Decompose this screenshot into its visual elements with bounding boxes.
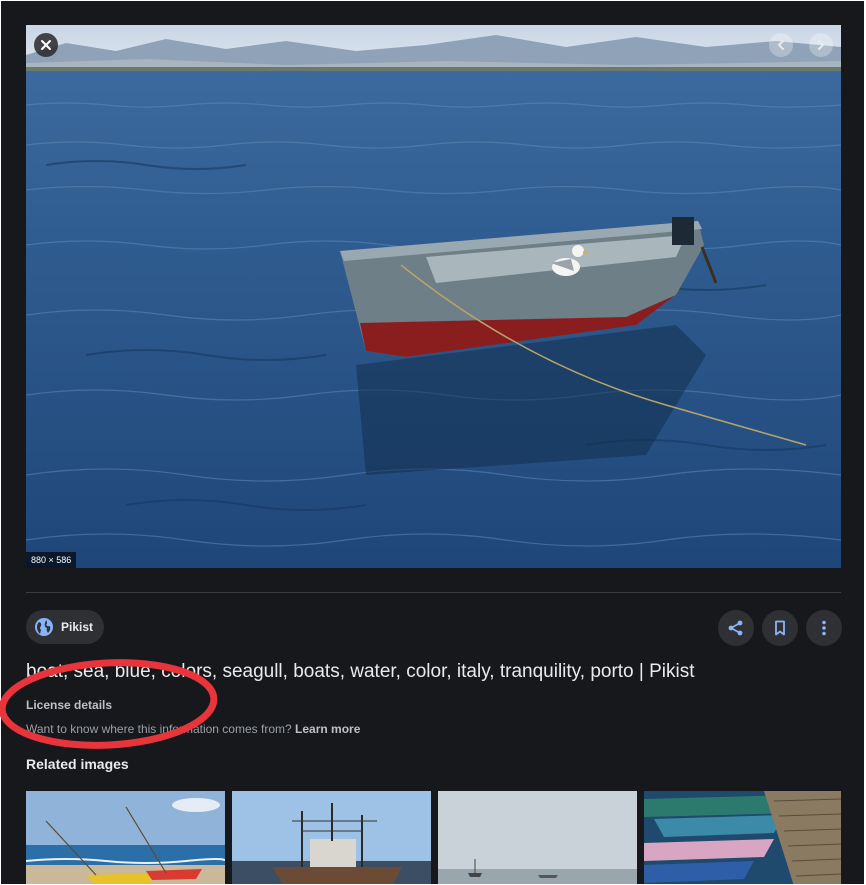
next-image-button[interactable] — [809, 33, 833, 57]
share-button[interactable] — [718, 610, 754, 646]
related-thumbnail-calm-sea — [438, 791, 637, 884]
divider — [26, 592, 841, 593]
image-viewer-panel: 880 × 586 Pikist boat, sea, blue, colors… — [1, 1, 864, 884]
image-dimensions-badge: 880 × 586 — [26, 552, 77, 568]
source-name: Pikist — [61, 620, 94, 634]
chevron-left-icon — [777, 40, 784, 50]
license-details-link[interactable]: License details — [26, 698, 112, 712]
related-image[interactable] — [232, 791, 431, 884]
bookmark-icon — [775, 620, 785, 636]
main-image[interactable]: 880 × 586 — [26, 25, 841, 568]
close-button[interactable] — [34, 33, 58, 57]
share-icon — [728, 620, 743, 636]
related-thumbnail-fishing-boat — [232, 791, 431, 884]
related-thumbnail-beach-boats — [26, 791, 225, 884]
image-title[interactable]: boat, sea, blue, colors, seagull, boats,… — [26, 661, 841, 683]
related-image[interactable] — [644, 791, 841, 884]
chevron-right-icon — [818, 40, 825, 50]
more-vert-icon — [822, 620, 826, 636]
related-image[interactable] — [438, 791, 637, 884]
save-button[interactable] — [762, 610, 798, 646]
source-chip[interactable]: Pikist — [26, 610, 105, 644]
globe-icon — [35, 618, 53, 636]
more-options-button[interactable] — [806, 610, 842, 646]
source-info-text: Want to know where this information come… — [26, 722, 292, 736]
related-image[interactable] — [26, 791, 225, 884]
related-thumbnail-moored-boats — [644, 791, 841, 884]
close-icon — [41, 40, 51, 50]
previous-image-button[interactable] — [769, 33, 793, 57]
learn-more-link[interactable]: Learn more — [295, 722, 360, 736]
related-images-heading: Related images — [26, 756, 129, 772]
boat-photo — [26, 25, 841, 568]
source-info-line: Want to know where this information come… — [26, 722, 360, 736]
